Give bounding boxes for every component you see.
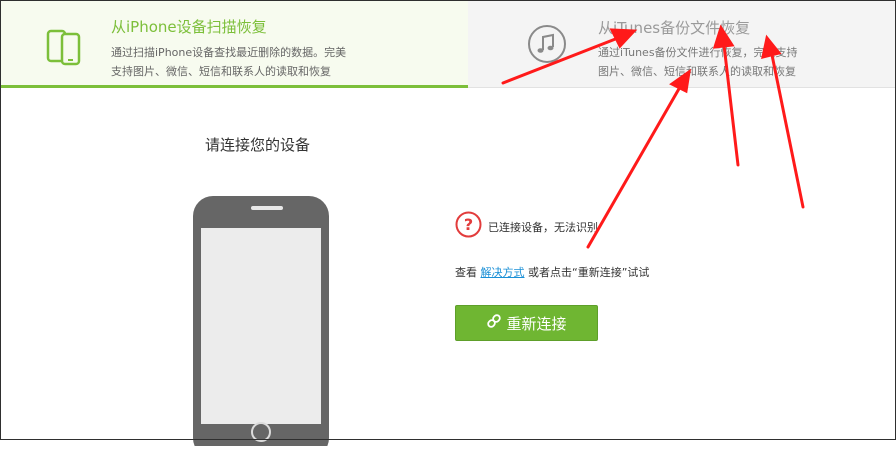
- tab-itunes-backup[interactable]: 从iTunes备份文件恢复 通过iTunes备份文件进行恢复，完美支持 图片、微…: [468, 0, 896, 88]
- phones-icon: [46, 27, 82, 71]
- tab-scan-device[interactable]: 从iPhone设备扫描恢复 通过扫描iPhone设备查找最近删除的数据。完美 支…: [0, 0, 468, 88]
- mode-tabs: 从iPhone设备扫描恢复 通过扫描iPhone设备查找最近删除的数据。完美 支…: [0, 0, 896, 88]
- tab-itunes-description: 通过iTunes备份文件进行恢复，完美支持 图片、微信、短信和联系人的读取和恢复: [598, 43, 858, 81]
- reconnect-label: 重新连接: [506, 314, 567, 333]
- tab-scan-desc-line2: 支持图片、微信、短信和联系人的读取和恢复: [111, 65, 331, 78]
- tab-scan-desc-line1: 通过扫描iPhone设备查找最近删除的数据。完美: [111, 46, 347, 59]
- connect-device-prompt: 请连接您的设备: [205, 136, 311, 154]
- tab-scan-title: 从iPhone设备扫描恢复: [111, 18, 267, 36]
- tab-itunes-desc-line1: 通过iTunes备份文件进行恢复，完美支持: [598, 46, 798, 59]
- help-suffix: 或者点击“重新连接”试试: [528, 266, 650, 279]
- music-note-icon: [526, 23, 568, 69]
- help-prefix: 查看: [455, 266, 477, 279]
- solution-link[interactable]: 解决方式: [481, 266, 525, 279]
- tab-itunes-title: 从iTunes备份文件恢复: [598, 19, 751, 37]
- svg-text:?: ?: [464, 215, 473, 234]
- question-icon: ?: [455, 211, 482, 242]
- device-error-message: ? 已连接设备，无法识别: [455, 211, 598, 242]
- tab-scan-description: 通过扫描iPhone设备查找最近删除的数据。完美 支持图片、微信、短信和联系人的…: [111, 43, 391, 81]
- reconnect-button[interactable]: 重新连接: [455, 305, 598, 341]
- tab-itunes-desc-line2: 图片、微信、短信和联系人的读取和恢复: [598, 65, 796, 78]
- phone-illustration: [193, 196, 329, 450]
- device-error-text: 已连接设备，无法识别: [488, 220, 598, 234]
- help-hint: 查看 解决方式 或者点击“重新连接”试试: [455, 264, 649, 280]
- link-icon: [486, 313, 502, 333]
- annotation-arrow-2: [586, 85, 682, 249]
